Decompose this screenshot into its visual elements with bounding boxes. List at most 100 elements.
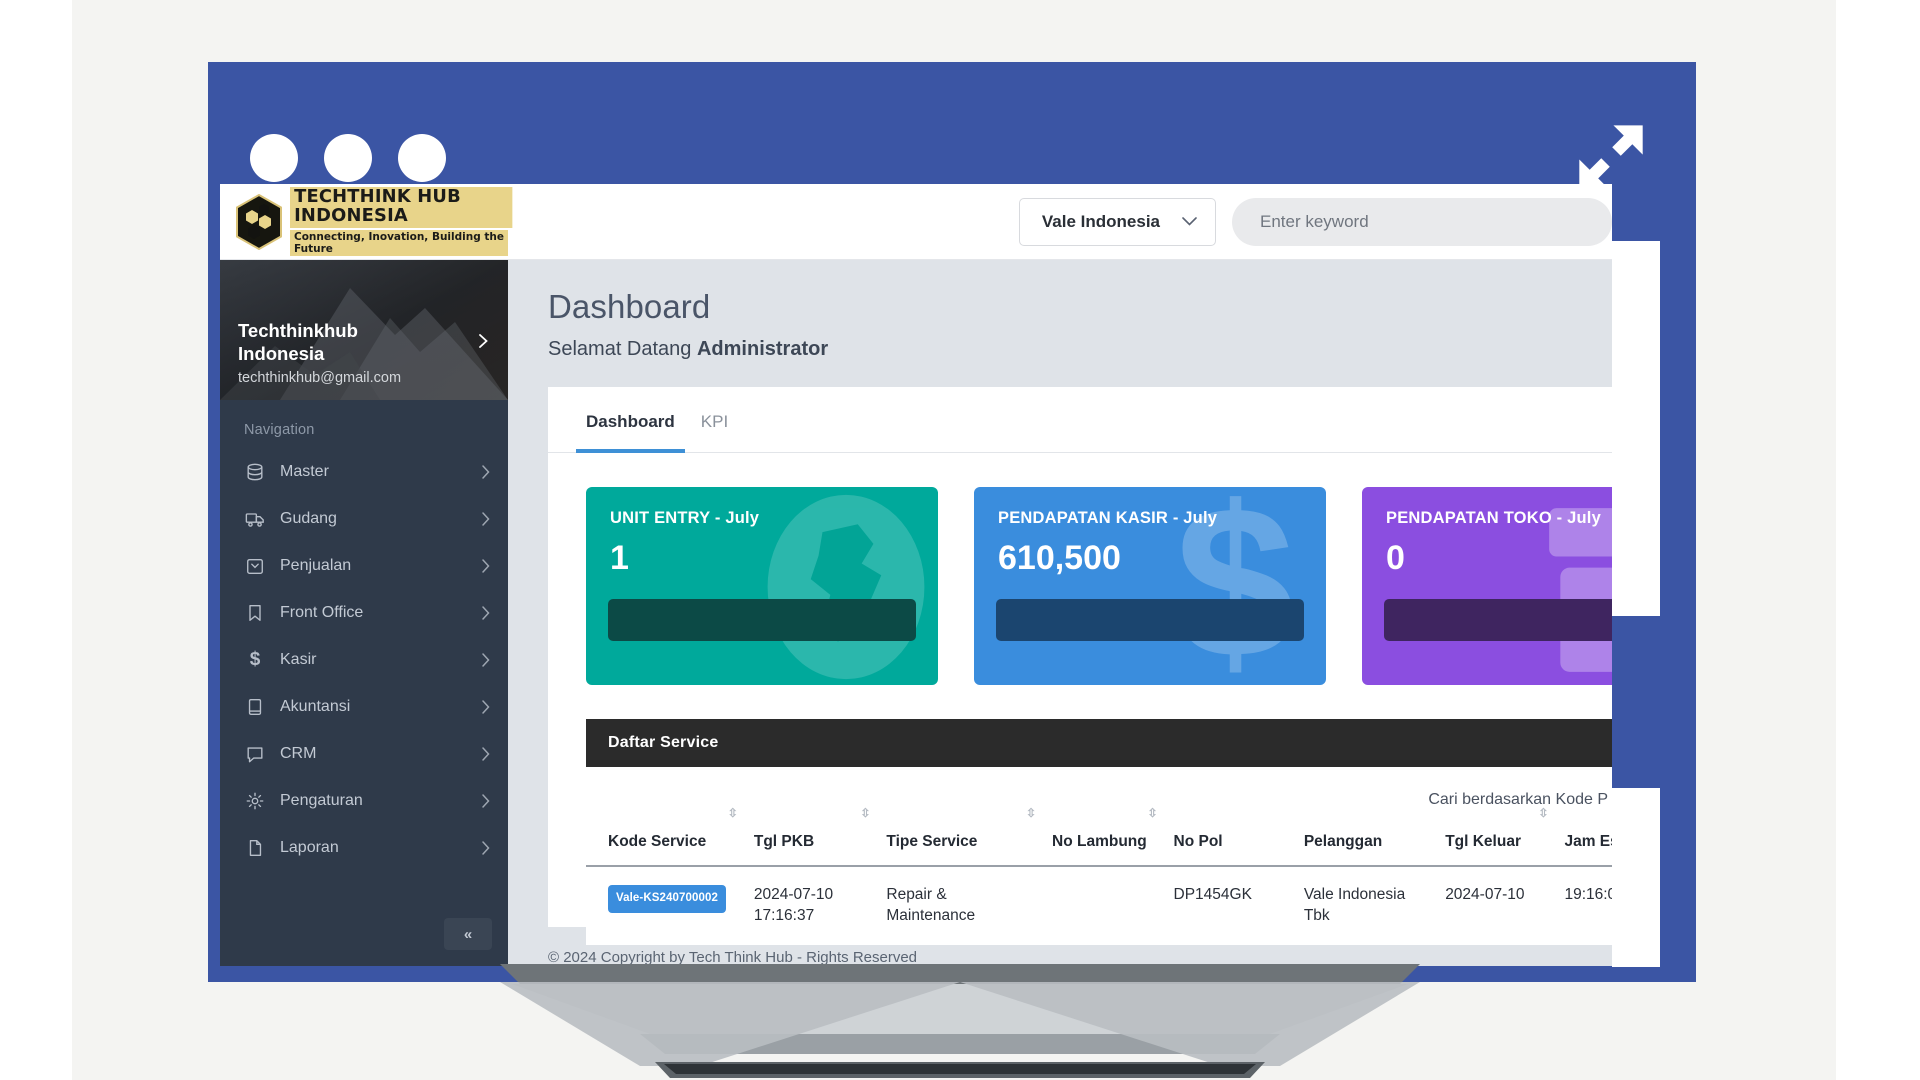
sidebar-item-label: Penjualan [280, 556, 352, 574]
tab-bar: Dashboard KPI [548, 387, 1612, 453]
sidebar-item-laporan[interactable]: Laporan [220, 824, 508, 871]
card-title: PENDAPATAN TOKO - July [1386, 509, 1601, 527]
chevron-right-icon [482, 840, 490, 855]
monitor-topbar [208, 62, 1696, 189]
sort-icon[interactable]: ⇳ [1538, 807, 1548, 819]
company-select[interactable]: Vale Indonesia [1018, 197, 1216, 246]
nav-section-label: Navigation [244, 422, 315, 438]
sidebar-item-gudang[interactable]: Gudang [220, 495, 508, 542]
card-pendapatan-toko[interactable]: PENDAPATAN TOKO - July 0 [1362, 487, 1612, 685]
col-no-lambung[interactable]: ⇳ No Lambung [1052, 807, 1173, 866]
col-tgl-pkb[interactable]: ⇳ Tgl PKB [754, 807, 887, 866]
page-gutter-left [0, 0, 72, 1080]
status-badge[interactable]: Vale-KS240700002 [608, 885, 726, 913]
tab-kpi[interactable]: KPI [701, 412, 728, 452]
bookmark-icon [244, 602, 266, 624]
profile-name: Techthinkhub Indonesia [238, 319, 358, 365]
chevron-right-icon [482, 793, 490, 808]
card-progress-bar [608, 599, 916, 641]
col-tgl-keluar[interactable]: ⇳ Tgl Keluar [1445, 807, 1564, 866]
chevron-right-icon[interactable] [476, 334, 490, 348]
chevron-down-icon [1182, 217, 1197, 226]
dashboard-panel: Dashboard KPI UNIT ENTRY - July 1 $ PEND… [548, 387, 1612, 945]
brand-tagline: Connecting, Inovation, Building the Futu… [290, 230, 508, 257]
table-row[interactable]: Vale-KS240700002 2024-07-10 17:16:37 Rep… [586, 866, 1612, 945]
sort-icon[interactable]: ⇳ [860, 807, 870, 819]
chevron-right-icon [482, 652, 490, 667]
search-input[interactable]: Enter keyword [1232, 197, 1612, 246]
sidebar-item-penjualan[interactable]: Penjualan [220, 542, 508, 589]
card-title: PENDAPATAN KASIR - July [998, 509, 1218, 527]
sidebar-item-label: CRM [280, 744, 317, 762]
col-kode-service[interactable]: ⇳ Kode Service [586, 807, 754, 866]
card-value: 0 [1386, 539, 1405, 577]
dot-3[interactable] [398, 134, 446, 182]
page-gutter-right [1836, 0, 1920, 1080]
service-table-search-row: Cari berdasarkan Kode P [586, 767, 1612, 833]
content-overflow-lower [1612, 788, 1660, 967]
sort-icon[interactable]: ⇳ [1147, 807, 1157, 819]
sidebar-item-akuntansi[interactable]: Akuntansi [220, 683, 508, 730]
sidebar-item-pengaturan[interactable]: Pengaturan [220, 777, 508, 824]
chevron-right-icon [482, 558, 490, 573]
cell-tgl-pkb: 2024-07-10 17:16:37 [753, 886, 834, 924]
gear-icon [244, 790, 266, 812]
sidebar-item-front-office[interactable]: Front Office [220, 589, 508, 636]
dot-1[interactable] [250, 134, 298, 182]
app-topbar: TECHTHINK HUB INDONESIA Connecting, Inov… [220, 184, 1612, 260]
card-progress-bar [996, 599, 1304, 641]
col-jam-estimasi[interactable]: Jam Estimasi [1564, 833, 1612, 866]
col-label: Tipe Service [886, 833, 978, 850]
col-pelanggan[interactable]: Pelanggan [1304, 833, 1445, 866]
book-icon [244, 696, 266, 718]
col-label: Pelanggan [1303, 833, 1383, 850]
company-select-value: Vale Indonesia [1041, 211, 1160, 231]
sidebar-item-label: Master [280, 462, 329, 480]
profile-email: techthinkhub@gmail.com [238, 370, 402, 386]
sidebar-profile[interactable]: Techthinkhub Indonesia techthinkhub@gmai… [220, 260, 508, 400]
brand[interactable]: TECHTHINK HUB INDONESIA Connecting, Inov… [220, 184, 513, 260]
sort-icon[interactable]: ⇳ [1026, 807, 1036, 819]
sidebar-nav: Master Gudang Penjualan Front Office $ K… [220, 448, 508, 871]
card-unit-entry[interactable]: UNIT ENTRY - July 1 [586, 487, 938, 685]
service-table: ⇳ Kode Service ⇳ Tgl PKB ⇳ Tipe Service … [586, 807, 1612, 945]
sidebar: Techthinkhub Indonesia techthinkhub@gmai… [220, 260, 508, 966]
monitor-frame: TECHTHINK HUB INDONESIA Connecting, Inov… [208, 62, 1696, 982]
cell-jam-estimasi: 19:16:00 [1564, 886, 1612, 903]
cell-tgl-keluar: 2024-07-10 [1445, 886, 1525, 903]
page-root: TECHTHINK HUB INDONESIA Connecting, Inov… [0, 0, 1920, 1080]
sidebar-collapse-button[interactable]: « [444, 918, 492, 950]
chevron-right-icon [482, 746, 490, 761]
service-table-title: Daftar Service [586, 719, 1612, 767]
chat-icon [244, 743, 266, 765]
col-label: No Pol [1173, 833, 1223, 850]
col-label: Kode Service [608, 833, 707, 850]
card-progress-bar [1384, 599, 1612, 641]
service-table-search-input[interactable]: Cari berdasarkan Kode P [1428, 791, 1608, 809]
monitor-stand [500, 964, 1420, 1078]
chevron-right-icon [482, 605, 490, 620]
database-icon [244, 461, 266, 483]
sort-icon[interactable]: ⇳ [728, 807, 738, 819]
tab-dashboard[interactable]: Dashboard [576, 412, 685, 453]
honeycomb-hexagon-logo [236, 193, 282, 250]
col-label: No Lambung [1052, 833, 1147, 850]
sidebar-item-crm[interactable]: CRM [220, 730, 508, 777]
card-value: 1 [610, 539, 629, 577]
chevron-right-icon [482, 699, 490, 714]
window-dots [250, 134, 446, 182]
app-window: TECHTHINK HUB INDONESIA Connecting, Inov… [220, 184, 1612, 966]
service-table-block: Daftar Service Cari berdasarkan Kode P ⇳ [586, 719, 1612, 945]
app-body: Techthinkhub Indonesia techthinkhub@gmai… [220, 260, 1612, 966]
page-header: Dashboard Selamat Datang Administrator [508, 260, 1612, 375]
dot-2[interactable] [324, 134, 372, 182]
welcome-text: Selamat Datang Administrator [548, 338, 1612, 361]
sidebar-item-kasir[interactable]: $ Kasir [220, 636, 508, 683]
col-tipe-service[interactable]: ⇳ Tipe Service [886, 807, 1052, 866]
card-title: UNIT ENTRY - July [610, 509, 760, 527]
sidebar-item-master[interactable]: Master [220, 448, 508, 495]
brand-text: TECHTHINK HUB INDONESIA Connecting, Inov… [290, 186, 513, 257]
card-pendapatan-kasir[interactable]: $ PENDAPATAN KASIR - July 610,500 [974, 487, 1326, 685]
col-no-pol[interactable]: No Pol [1174, 833, 1304, 866]
service-table-head: ⇳ Kode Service ⇳ Tgl PKB ⇳ Tipe Service … [586, 807, 1612, 866]
